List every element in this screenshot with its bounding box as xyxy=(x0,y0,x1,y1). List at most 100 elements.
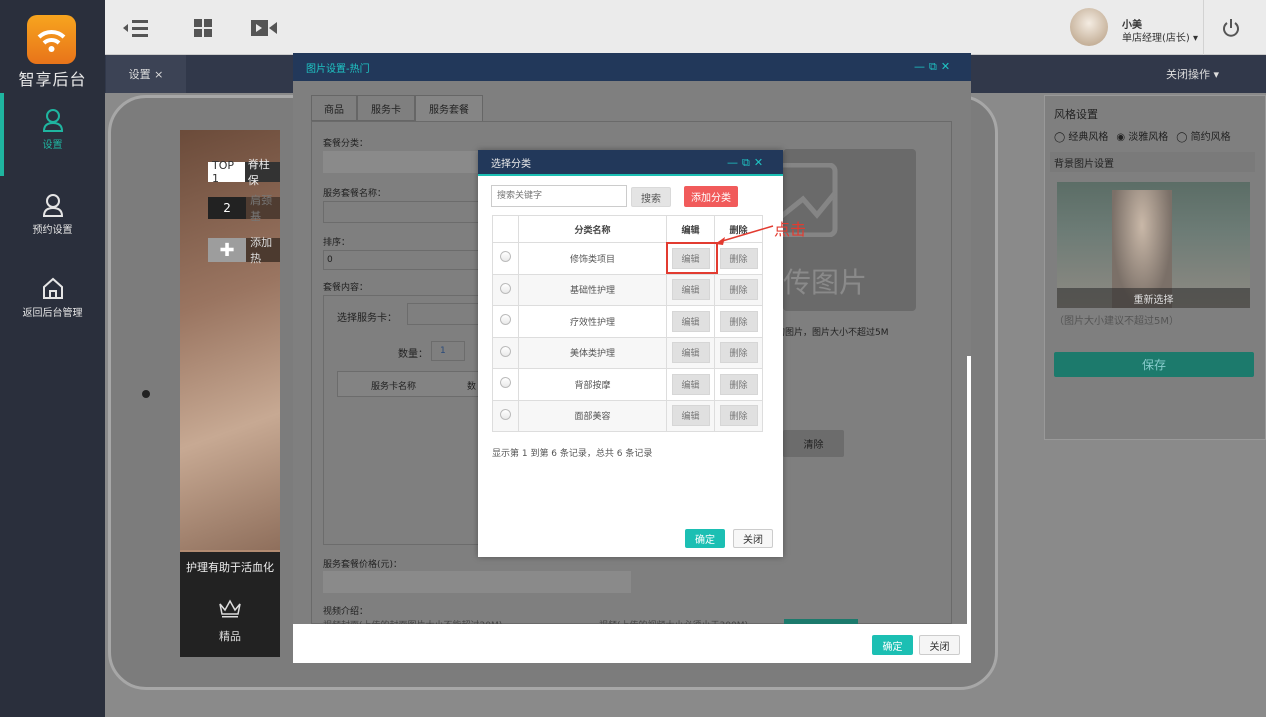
window-controls-icon[interactable]: —⧉✕ xyxy=(914,60,954,74)
tab-settings[interactable]: 设置 × xyxy=(106,55,186,93)
row-select[interactable] xyxy=(492,305,519,338)
user-role-dropdown[interactable]: 单店经理(店长) ▾ xyxy=(1122,29,1198,44)
sidebar-item-appointment[interactable]: 预约设置 xyxy=(0,193,105,236)
edit-button[interactable]: 编辑 xyxy=(671,373,710,395)
table-row[interactable]: 基础性护理 编辑 删除 xyxy=(492,273,763,306)
table-row[interactable]: 背部按摩 编辑 删除 xyxy=(492,368,763,401)
annotation-arrow-icon xyxy=(715,225,774,245)
edit-cell: 编辑 xyxy=(666,305,715,338)
radio-button[interactable] xyxy=(500,377,511,389)
quantity-input[interactable]: 1 xyxy=(431,341,465,361)
ok-button[interactable]: 确定 xyxy=(872,635,913,655)
sort-input[interactable]: 0 xyxy=(323,250,483,270)
sidebar-item-back[interactable]: 返回后台管理 xyxy=(0,276,105,319)
add-hot-item[interactable]: ✚ 添加热 xyxy=(208,236,280,265)
close-button[interactable]: 关闭 xyxy=(919,635,960,655)
top1-rank: TOP 1 xyxy=(212,159,235,185)
select-column xyxy=(492,215,519,243)
video-icon[interactable] xyxy=(251,20,277,36)
video-label: 视频介绍： xyxy=(323,607,369,617)
modal-header: 图片设置-热门 —⧉✕ xyxy=(293,53,971,81)
table-row[interactable]: 疗效性护理 编辑 删除 xyxy=(492,305,763,338)
user-icon xyxy=(42,194,63,217)
reselect-button[interactable]: 重新选择 xyxy=(1057,288,1250,308)
sidebar-item-settings[interactable]: 设置 xyxy=(0,108,105,151)
delete-button[interactable]: 删除 xyxy=(719,405,758,427)
tab-service-package[interactable]: 服务套餐 xyxy=(415,95,483,121)
edit-button[interactable]: 编辑 xyxy=(671,310,710,332)
power-icon[interactable] xyxy=(1222,19,1240,37)
highlight-box xyxy=(666,242,718,274)
table-row[interactable]: 面部美容 编辑 删除 xyxy=(492,399,763,432)
radio-button[interactable] xyxy=(500,345,511,357)
grid-icon[interactable] xyxy=(194,19,212,37)
sidebar-item-label: 返回后台管理 xyxy=(22,308,83,319)
ok-button[interactable]: 确定 xyxy=(685,529,725,548)
delete-button[interactable]: 删除 xyxy=(719,279,758,301)
top1-item: TOP 1 脊柱保 xyxy=(208,158,280,187)
nav-label[interactable]: 精品 xyxy=(180,628,280,644)
style-panel: 风格设置 ◯ 经典风格 ◉ 淡雅风格 ◯ 简约风格 背景图片设置 重新选择 （图… xyxy=(1044,95,1266,440)
modal-title: 图片设置-热门 xyxy=(306,63,370,75)
close-button[interactable]: 关闭 xyxy=(733,529,773,548)
edit-cell: 编辑 xyxy=(666,273,715,306)
edit-button[interactable]: 编辑 xyxy=(671,405,710,427)
quantity-label: 数量： xyxy=(398,349,428,360)
style-option-elegant[interactable]: ◉ 淡雅风格 xyxy=(1116,128,1168,143)
modal-header: 选择分类 —⧉✕ xyxy=(478,150,783,176)
modal-footer: 确定 关闭 xyxy=(293,624,971,663)
tab-product[interactable]: 商品 xyxy=(311,95,357,121)
edit-button[interactable]: 编辑 xyxy=(671,342,710,364)
radio-button[interactable] xyxy=(500,282,511,294)
divider xyxy=(1203,0,1204,55)
row-select[interactable] xyxy=(492,273,519,306)
style-option-classic[interactable]: ◯ 经典风格 xyxy=(1054,128,1108,143)
delete-cell: 删除 xyxy=(714,305,763,338)
delete-cell: 删除 xyxy=(714,336,763,369)
package-name-label: 服务套餐名称： xyxy=(323,189,387,199)
category-name: 背部按摩 xyxy=(518,368,667,401)
rank2-item: 2 肩颈基 xyxy=(208,194,280,223)
avatar[interactable] xyxy=(1070,8,1108,46)
tab-service-card[interactable]: 服务卡 xyxy=(357,95,415,121)
window-controls-icon[interactable]: —⧉✕ xyxy=(727,156,767,170)
edit-button[interactable]: 编辑 xyxy=(671,279,710,301)
radio-button[interactable] xyxy=(500,251,511,263)
package-name-input[interactable] xyxy=(323,201,483,223)
save-button[interactable]: 保存 xyxy=(1054,352,1254,377)
modal-tabs: 商品 服务卡 服务套餐 xyxy=(311,95,483,121)
search-button[interactable]: 搜索 xyxy=(631,187,671,207)
clear-button[interactable]: 清除 xyxy=(783,430,844,457)
row-select[interactable] xyxy=(492,399,519,432)
content-box xyxy=(323,295,483,545)
upload-hint: 的图片，图片大小不超过5M xyxy=(776,328,889,338)
table-row[interactable]: 美体类护理 编辑 删除 xyxy=(492,336,763,369)
background-image: 重新选择 xyxy=(1057,182,1250,308)
choose-card-input[interactable] xyxy=(407,303,483,325)
top-bar: 小美 单店经理(店长) ▾ xyxy=(105,0,1266,55)
close-operations-dropdown[interactable]: 关闭操作 ▾ xyxy=(1166,55,1246,93)
style-option-simple[interactable]: ◯ 简约风格 xyxy=(1176,128,1230,143)
category-label: 套餐分类： xyxy=(323,139,369,149)
plus-icon: ✚ xyxy=(208,238,247,262)
delete-button[interactable]: 删除 xyxy=(719,373,758,395)
price-input[interactable] xyxy=(323,571,631,593)
image-hint: （图片大小建议不超过5M） xyxy=(1054,316,1179,327)
menu-collapse-icon[interactable] xyxy=(122,19,150,37)
delete-button[interactable]: 删除 xyxy=(719,310,758,332)
add-category-button[interactable]: 添加分类 xyxy=(684,186,738,207)
row-select[interactable] xyxy=(492,368,519,401)
radio-button[interactable] xyxy=(500,314,511,326)
top1-text: 脊柱保 xyxy=(244,158,280,187)
upload-text: 传图片 xyxy=(783,266,868,299)
search-input[interactable] xyxy=(491,185,627,207)
delete-button[interactable]: 删除 xyxy=(719,247,758,269)
row-select[interactable] xyxy=(492,336,519,369)
radio-button[interactable] xyxy=(500,408,511,420)
card-name-column: 服务卡名称 xyxy=(371,382,417,392)
row-select[interactable] xyxy=(492,242,519,275)
category-name: 面部美容 xyxy=(518,399,667,432)
category-field[interactable] xyxy=(323,151,483,173)
style-title: 风格设置 xyxy=(1054,108,1098,121)
delete-button[interactable]: 删除 xyxy=(719,342,758,364)
